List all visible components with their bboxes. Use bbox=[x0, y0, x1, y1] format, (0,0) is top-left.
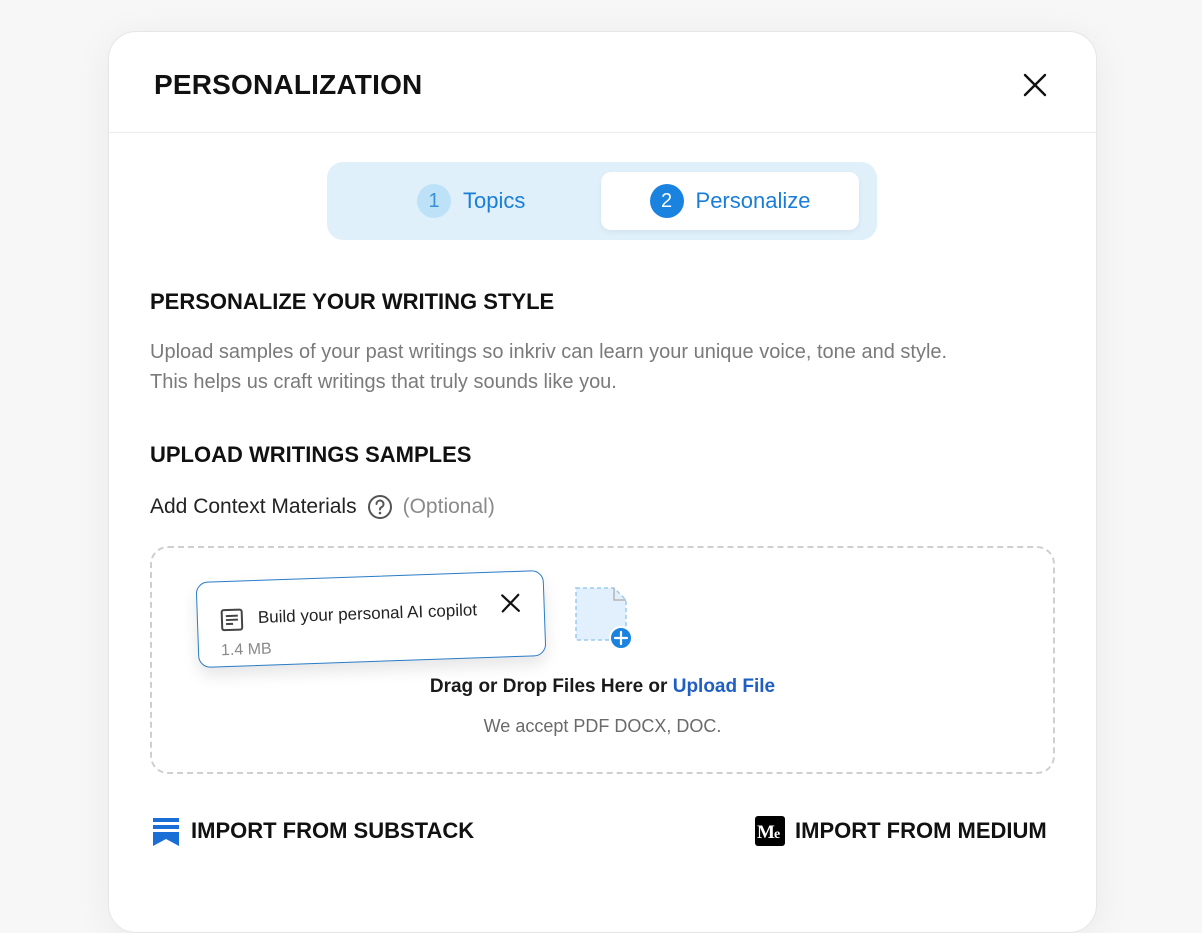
upload-section-title: UPLOAD WRITINGS SAMPLES bbox=[150, 442, 472, 467]
import-medium-button[interactable]: M e IMPORT FROM MEDIUM bbox=[755, 816, 1047, 846]
optional-label: (Optional) bbox=[402, 495, 495, 518]
substack-icon bbox=[153, 818, 179, 846]
drop-instructions: Drag or Drop Files Here or Upload File bbox=[152, 676, 1053, 698]
stepper: 1 Topics 2 Personalize bbox=[327, 162, 877, 240]
close-icon[interactable] bbox=[1022, 72, 1048, 98]
help-icon[interactable] bbox=[367, 494, 393, 520]
context-label: Add Context Materials bbox=[150, 495, 357, 518]
uploaded-file-card[interactable]: Build your personal AI copilot 1.4 MB bbox=[195, 569, 547, 669]
step-topics[interactable]: 1 Topics bbox=[417, 172, 525, 230]
style-description: Upload samples of your past writings so … bbox=[150, 337, 1050, 397]
import-substack-label: IMPORT FROM SUBSTACK bbox=[191, 818, 475, 843]
upload-file-link[interactable]: Upload File bbox=[673, 676, 775, 697]
svg-text:M: M bbox=[757, 822, 775, 843]
add-document-icon bbox=[575, 587, 633, 650]
modal-title: PERSONALIZATION bbox=[154, 69, 423, 100]
svg-text:e: e bbox=[774, 827, 780, 842]
step-number: 2 bbox=[649, 184, 684, 218]
style-section-title: PERSONALIZE YOUR WRITING STYLE bbox=[150, 289, 555, 314]
modal-header: PERSONALIZATION bbox=[109, 32, 1096, 133]
step-label: Personalize bbox=[695, 188, 811, 213]
description-line: This helps us craft writings that truly … bbox=[150, 371, 617, 393]
context-materials-row: Add Context Materials (Optional) bbox=[150, 494, 495, 520]
file-name: Build your personal AI copilot bbox=[257, 600, 478, 627]
import-medium-label: IMPORT FROM MEDIUM bbox=[795, 818, 1047, 843]
drop-text: Drag or Drop Files Here or bbox=[429, 676, 668, 697]
step-number: 1 bbox=[417, 184, 451, 218]
description-line: Upload samples of your past writings so … bbox=[150, 341, 948, 363]
file-dropzone[interactable]: Build your personal AI copilot 1.4 MB Dr… bbox=[150, 546, 1055, 774]
personalization-modal: PERSONALIZATION 1 Topics 2 Personalize P… bbox=[108, 31, 1097, 933]
accepted-formats: We accept PDF DOCX, DOC. bbox=[483, 716, 722, 736]
document-icon bbox=[220, 608, 244, 632]
step-label: Topics bbox=[463, 188, 526, 213]
medium-icon: M e bbox=[755, 816, 785, 846]
file-size: 1.4 MB bbox=[220, 640, 272, 660]
step-personalize[interactable]: 2 Personalize bbox=[601, 172, 859, 230]
remove-file-icon[interactable] bbox=[499, 592, 522, 615]
import-substack-button[interactable]: IMPORT FROM SUBSTACK bbox=[151, 816, 474, 846]
